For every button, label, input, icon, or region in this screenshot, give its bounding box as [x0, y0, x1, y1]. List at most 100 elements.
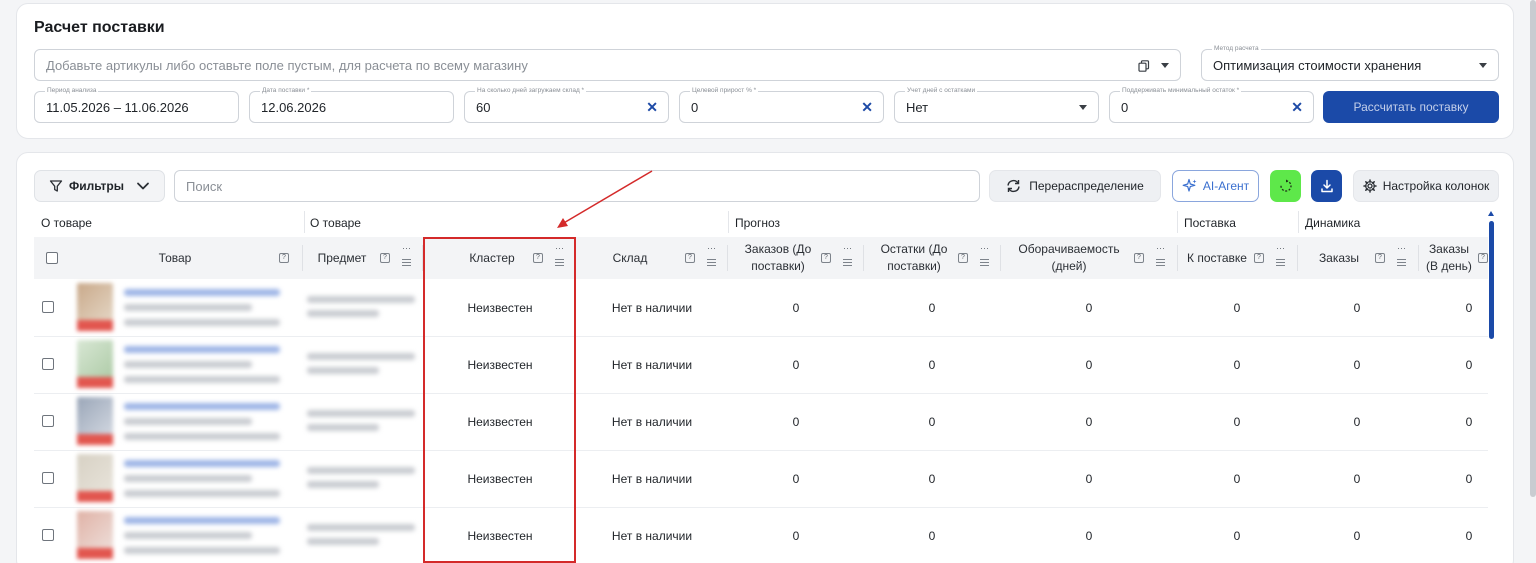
scroll-up-icon[interactable]: [1488, 211, 1494, 216]
subject-text: [307, 367, 379, 374]
table-scrollbar[interactable]: [1489, 221, 1494, 339]
min-stock-field[interactable]: Поддерживать минимальный остаток * 0 ✕: [1109, 86, 1314, 123]
group-divider: [728, 211, 729, 233]
articles-input[interactable]: Добавьте артикулы либо оставьте поле пус…: [34, 49, 1181, 81]
column-menu-icon[interactable]: ···: [980, 244, 989, 266]
growth-field[interactable]: Целевой прирост % * 0 ✕: [679, 86, 884, 123]
search-input[interactable]: Поиск: [174, 170, 980, 202]
column-settings-button[interactable]: Настройка колонок: [1353, 170, 1499, 202]
row-checkbox[interactable]: [42, 301, 54, 313]
col-turnover[interactable]: Оборачиваемость (дней): [1012, 237, 1126, 279]
product-thumbnail[interactable]: [77, 454, 113, 502]
help-icon[interactable]: ?: [958, 253, 968, 263]
supply-settings-card: Расчет поставки Добавьте артикулы либо о…: [16, 3, 1514, 139]
stock-before-cell: 0: [928, 415, 936, 429]
col-subject[interactable]: Предмет: [307, 237, 377, 279]
clear-icon[interactable]: ✕: [646, 99, 658, 116]
auto-refresh-button[interactable]: [1270, 170, 1301, 202]
select-all-checkbox[interactable]: [46, 252, 58, 264]
product-meta: [124, 319, 280, 326]
col-warehouse[interactable]: Склад: [580, 237, 680, 279]
col-orders-per-day[interactable]: Заказы (В день): [1423, 237, 1475, 279]
paste-icon[interactable]: [1138, 60, 1150, 72]
col-product[interactable]: Товар: [77, 237, 273, 279]
column-divider: [1000, 245, 1001, 271]
delivery-date-field[interactable]: Дата поставки * 12.06.2026: [249, 86, 454, 123]
product-badge: [77, 491, 113, 502]
product-meta: [124, 475, 252, 482]
product-name-link[interactable]: [124, 289, 280, 296]
help-icon[interactable]: ?: [1254, 253, 1264, 263]
group-header-product-2: О товаре: [310, 216, 361, 230]
chevron-down-icon[interactable]: [1479, 63, 1487, 68]
help-icon[interactable]: ?: [279, 253, 289, 263]
product-name-link[interactable]: [124, 460, 280, 467]
product-name-link[interactable]: [124, 403, 280, 410]
product-thumbnail[interactable]: [77, 511, 113, 559]
days-load-field[interactable]: На сколько дней загружаем склад * 60 ✕: [464, 86, 669, 123]
download-icon: [1320, 179, 1333, 193]
col-orders-per-day-label: Заказы (В день): [1426, 242, 1472, 273]
column-menu-icon[interactable]: ···: [1156, 244, 1165, 266]
col-stock-before[interactable]: Остатки (До поставки): [871, 237, 957, 279]
product-meta: [124, 433, 280, 440]
help-icon[interactable]: ?: [1134, 253, 1144, 263]
orders-per-day-cell: 0: [1465, 529, 1473, 543]
subject-text: [307, 310, 379, 317]
column-menu-icon[interactable]: ···: [843, 244, 852, 266]
warehouse-cell: Нет в наличии: [611, 529, 693, 543]
chevron-down-icon[interactable]: [1161, 63, 1169, 68]
column-menu-icon[interactable]: ···: [1276, 244, 1285, 266]
orders-before-cell: 0: [792, 301, 800, 315]
product-badge: [77, 320, 113, 331]
filter-icon: [49, 180, 63, 192]
column-menu-icon[interactable]: ···: [402, 244, 411, 266]
orders-cell: 0: [1353, 472, 1361, 486]
method-select[interactable]: Метод расчета Оптимизация стоимости хран…: [1201, 44, 1499, 81]
group-header-forecast: Прогноз: [735, 216, 781, 230]
orders-per-day-cell: 0: [1465, 415, 1473, 429]
days-load-label: На сколько дней загружаем склад *: [475, 86, 587, 96]
product-thumbnail[interactable]: [77, 340, 113, 388]
redistribution-button[interactable]: Перераспределение: [989, 170, 1161, 202]
product-thumbnail[interactable]: [77, 397, 113, 445]
ai-agent-button[interactable]: AI-Агент: [1172, 170, 1259, 202]
col-subject-label: Предмет: [317, 250, 367, 265]
orders-cell: 0: [1353, 358, 1361, 372]
row-checkbox[interactable]: [42, 358, 54, 370]
product-meta: [124, 418, 252, 425]
page-scrollbar[interactable]: [1530, 0, 1536, 497]
orders-before-cell: 0: [792, 472, 800, 486]
help-icon[interactable]: ?: [1375, 253, 1385, 263]
filters-button[interactable]: Фильтры: [34, 170, 165, 202]
row-checkbox[interactable]: [42, 529, 54, 541]
calculate-supply-button[interactable]: Рассчитать поставку: [1323, 91, 1499, 123]
help-icon[interactable]: ?: [1478, 253, 1488, 263]
group-header-product: О товаре: [41, 216, 92, 230]
method-value: Оптимизация стоимости хранения: [1213, 58, 1422, 73]
product-name-link[interactable]: [124, 346, 280, 353]
clear-icon[interactable]: ✕: [861, 99, 873, 116]
subject-text: [307, 424, 379, 431]
column-divider: [302, 245, 303, 271]
period-field[interactable]: Период анализа 11.05.2026 – 11.06.2026: [34, 86, 239, 123]
turnover-cell: 0: [1085, 529, 1093, 543]
chevron-down-icon[interactable]: [1079, 105, 1087, 110]
help-icon[interactable]: ?: [685, 253, 695, 263]
column-menu-icon[interactable]: ···: [1397, 244, 1406, 266]
row-checkbox[interactable]: [42, 415, 54, 427]
row-checkbox[interactable]: [42, 472, 54, 484]
help-icon[interactable]: ?: [380, 253, 390, 263]
product-thumbnail[interactable]: [77, 283, 113, 331]
column-menu-icon[interactable]: ···: [707, 244, 716, 266]
download-button[interactable]: [1311, 170, 1342, 202]
help-icon[interactable]: ?: [821, 253, 831, 263]
product-meta: [124, 547, 280, 554]
stock-days-select[interactable]: Учет дней с остатками Нет: [894, 86, 1099, 123]
subject-text: [307, 467, 415, 474]
product-name-link[interactable]: [124, 517, 280, 524]
col-orders-before[interactable]: Заказов (До поставки): [735, 237, 821, 279]
col-orders[interactable]: Заказы: [1309, 237, 1369, 279]
col-to-supply[interactable]: К поставке: [1183, 237, 1251, 279]
clear-icon[interactable]: ✕: [1291, 99, 1303, 116]
